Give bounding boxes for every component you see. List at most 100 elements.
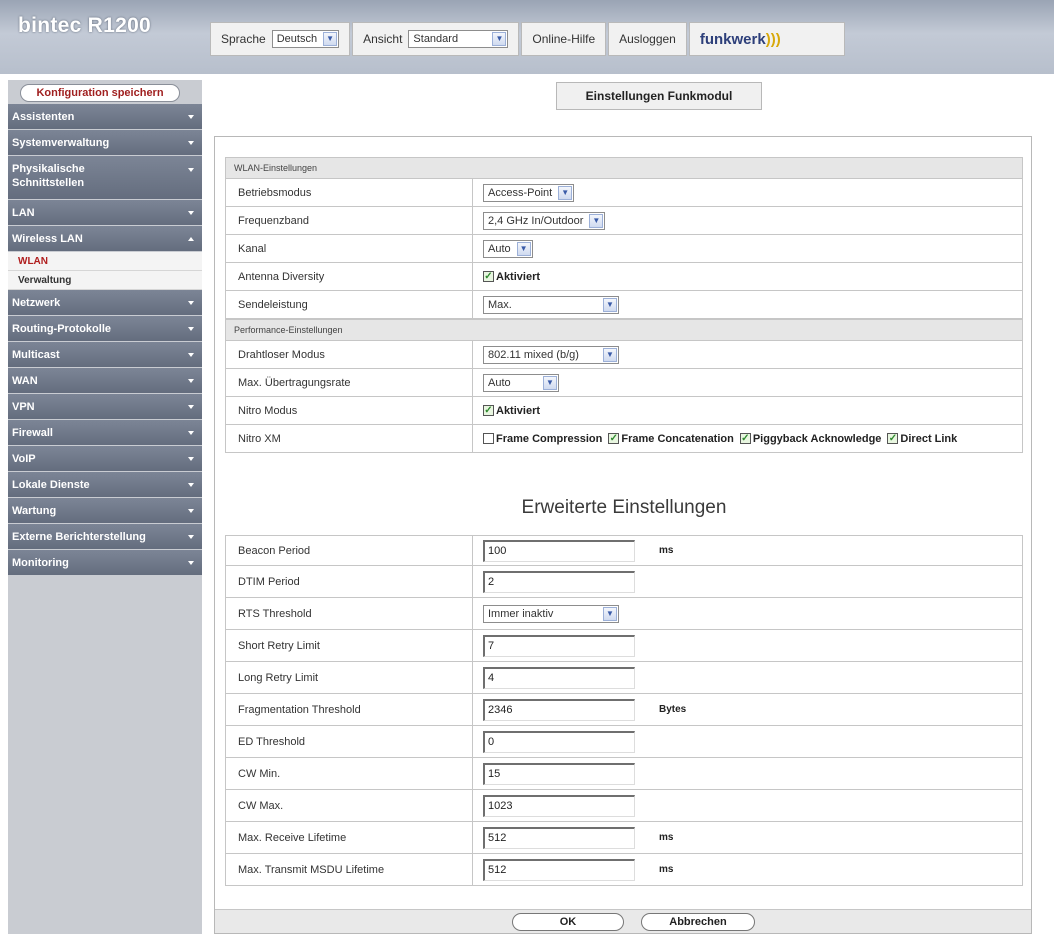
sidebar-subitem-wlan[interactable]: WLAN [8,252,202,271]
chevron-down-icon: ▼ [603,297,617,312]
rts-threshold-select[interactable]: Immer inaktiv ▼ [483,604,619,623]
ok-button[interactable]: OK [512,913,624,931]
checkmark-icon: ✓ [483,270,494,282]
chevron-down-icon [188,534,194,539]
sidebar-subitem-verwaltung[interactable]: Verwaltung [8,271,202,290]
antenna-diversity-checkbox[interactable]: ✓ Aktiviert [483,271,540,283]
chevron-down-icon [188,210,194,215]
sidebar-item-physikalische-schnittstellen[interactable]: Physikalische Schnittstellen [8,156,202,200]
chevron-down-icon: ▼ [516,241,531,256]
brand-name: bintec [18,14,82,37]
row-sendeleistung: Sendeleistung Max. ▼ [225,291,1023,319]
max-receive-lifetime-input[interactable]: 512 [483,826,635,849]
sidebar-menu: Assistenten Systemverwaltung Physikalisc… [8,104,202,576]
funkwerk-logo-swirl: ))) [765,30,781,48]
row-max-transmit-msdu-lifetime: Max. Transmit MSDU Lifetime 512 ms [225,854,1023,886]
max-transmit-msdu-lifetime-input[interactable]: 512 [483,858,635,881]
sidebar-item-label: Assistenten [12,110,75,123]
max-receive-lifetime-unit: ms [659,832,674,843]
frequenzband-select[interactable]: 2,4 GHz In/Outdoor ▼ [483,211,606,230]
dtim-period-input[interactable]: 2 [483,570,635,593]
chevron-down-icon: ▼ [603,347,617,362]
frame-compression-checkbox[interactable]: Frame Compression [483,433,602,445]
sidebar-item-label: Routing-Protokolle [12,322,111,335]
cw-max-input[interactable]: 1023 [483,794,635,817]
logout-link[interactable]: Ausloggen [608,22,687,56]
checkmark-icon: ✓ [483,404,494,416]
ed-threshold-input[interactable]: 0 [483,730,635,753]
direct-link-checkbox[interactable]: ✓ Direct Link [887,433,957,445]
sidebar-item-multicast[interactable]: Multicast [8,342,202,368]
sidebar-item-wartung[interactable]: Wartung [8,498,202,524]
sidebar-item-wireless-lan[interactable]: Wireless LAN [8,226,202,252]
short-retry-limit-input[interactable]: 7 [483,634,635,657]
view-cell: Ansicht Standard ▼ [352,22,520,56]
sidebar-item-voip[interactable]: VoIP [8,446,202,472]
row-rts-threshold: RTS Threshold Immer inaktiv ▼ [225,598,1023,630]
sendeleistung-select[interactable]: Max. ▼ [483,295,619,314]
sidebar-item-label: Firewall [12,426,53,439]
top-toolbar: Sprache Deutsch ▼ Ansicht Standard ▼ Onlin… [210,22,845,56]
checkmark-icon: ✓ [739,432,751,444]
chevron-down-icon [188,456,194,461]
sendeleistung-label: Sendeleistung [226,291,473,318]
kanal-select[interactable]: Auto ▼ [483,239,533,258]
drahtloser-modus-label: Drahtloser Modus [226,341,473,368]
frame-concatenation-checkbox[interactable]: ✓ Frame Concatenation [608,433,734,445]
sidebar-item-externe-berichterstellung[interactable]: Externe Berichterstellung [8,524,202,550]
sidebar-item-vpn[interactable]: VPN [8,394,202,420]
view-select[interactable]: Standard ▼ [408,30,509,48]
short-retry-limit-label: Short Retry Limit [226,630,473,661]
max-rate-select[interactable]: Auto ▼ [483,373,559,392]
sidebar-item-routing-protokolle[interactable]: Routing-Protokolle [8,316,202,342]
max-rate-value: Auto [488,376,511,389]
save-configuration-button[interactable]: Konfiguration speichern [20,84,180,102]
piggyback-acknowledge-checkbox[interactable]: ✓ Piggyback Acknowledge [739,432,881,445]
sidebar-item-systemverwaltung[interactable]: Systemverwaltung [8,130,202,156]
row-antenna-diversity: Antenna Diversity ✓ Aktiviert [225,263,1023,291]
sidebar-item-label: LAN [12,206,35,219]
chevron-down-icon: ▼ [603,606,617,621]
sidebar-item-firewall[interactable]: Firewall [8,420,202,446]
beacon-period-input[interactable]: 100 [483,539,635,562]
row-short-retry-limit: Short Retry Limit 7 [225,630,1023,662]
sendeleistung-value: Max. [488,298,512,311]
kanal-value: Auto [488,242,511,255]
drahtloser-modus-select[interactable]: 802.11 mixed (b/g) ▼ [483,345,619,364]
frequenzband-value: 2,4 GHz In/Outdoor [488,214,584,227]
sidebar-item-wan[interactable]: WAN [8,368,202,394]
advanced-settings-title: Erweiterte Einstellungen [521,497,727,518]
rts-threshold-label: RTS Threshold [226,598,473,629]
sidebar-item-lokale-dienste[interactable]: Lokale Dienste [8,472,202,498]
sidebar-item-assistenten[interactable]: Assistenten [8,104,202,130]
row-frequenzband: Frequenzband 2,4 GHz In/Outdoor ▼ [225,207,1023,235]
nitro-modus-checkbox[interactable]: ✓ Aktiviert [483,405,540,417]
funkwerk-logo-text: funkwerk [699,30,766,48]
cancel-button[interactable]: Abbrechen [641,913,755,931]
beacon-period-label: Beacon Period [226,536,473,565]
row-long-retry-limit: Long Retry Limit 4 [225,662,1023,694]
sidebar-item-label: VoIP [12,452,36,465]
sidebar-item-label: Lokale Dienste [12,478,90,491]
chevron-down-icon [188,300,194,305]
row-nitro-modus: Nitro Modus ✓ Aktiviert [225,397,1023,425]
language-select-value: Deutsch [276,33,318,45]
sidebar-item-label: VPN [12,400,35,413]
chevron-down-icon: ▼ [323,32,338,46]
row-betriebsmodus: Betriebsmodus Access-Point ▼ [225,179,1023,207]
cw-min-input[interactable]: 15 [483,762,635,785]
view-select-value: Standard [413,33,459,45]
sidebar-item-lan[interactable]: LAN [8,200,202,226]
help-link[interactable]: Online-Hilfe [521,22,607,56]
long-retry-limit-input[interactable]: 4 [483,666,635,689]
sidebar-item-netzwerk[interactable]: Netzwerk [8,290,202,316]
sidebar-item-label: WAN [12,374,38,387]
sidebar-item-label: Wartung [12,504,57,517]
sidebar-item-monitoring[interactable]: Monitoring [8,550,202,576]
language-select[interactable]: Deutsch ▼ [271,30,340,48]
betriebsmodus-select[interactable]: Access-Point ▼ [483,183,575,202]
chevron-down-icon: ▼ [543,375,557,390]
fragmentation-threshold-input[interactable]: 2346 [483,698,635,721]
sidebar-item-label: Externe Berichterstellung [12,530,146,543]
brand-model: R1200 [87,14,152,37]
